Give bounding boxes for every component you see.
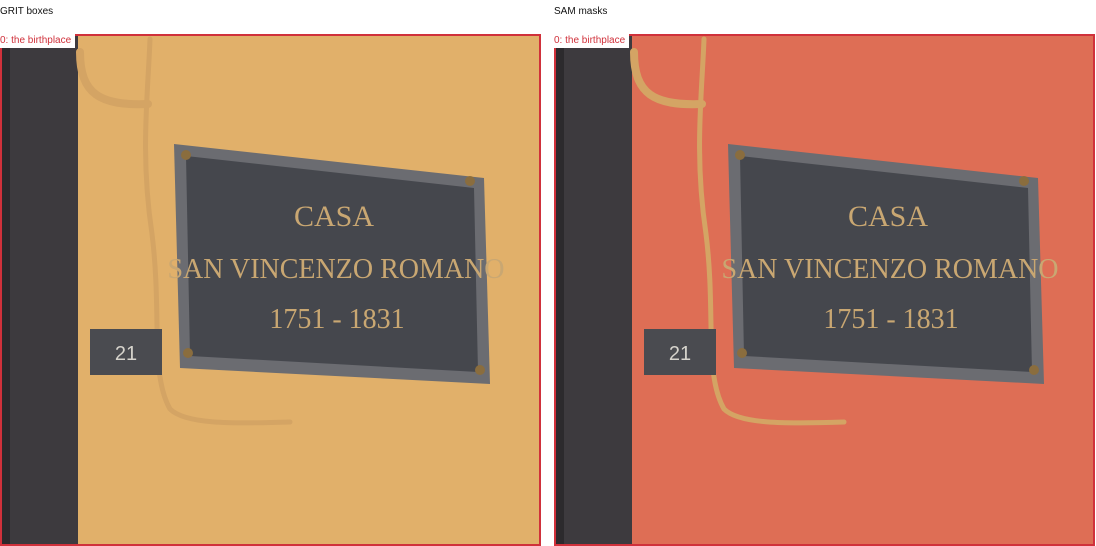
plaque-line-2: SAN VINCENZO ROMANO [167,254,504,285]
plaque-line-2: SAN VINCENZO ROMANO [721,254,1058,285]
panel-title-sam: SAM masks [554,6,608,17]
plaque-line-1: CASA [848,200,928,233]
plaque-line-1: CASA [294,200,374,233]
sam-panel: 21 CASA SAN VINCENZO ROMANO 1751 - 1831 … [554,34,1095,546]
house-number: 21 [669,343,691,365]
dark-wall [554,34,632,546]
plaque-line-3: 1751 - 1831 [269,304,404,335]
house-number: 21 [115,343,137,365]
dark-wall [0,34,78,546]
plaque-line-3: 1751 - 1831 [823,304,958,335]
photo-sam: 21 CASA SAN VINCENZO ROMANO 1751 - 1831 [554,34,1095,546]
photo-grit: 21 CASA SAN VINCENZO ROMANO 1751 - 1831 [0,34,541,546]
panel-title-grit: GRIT boxes [0,6,54,17]
box-label: 0: the birthplace [0,34,76,48]
box-label: 0: the birthplace [554,34,630,48]
grit-panel: 21 CASA SAN VINCENZO ROMANO 1751 - 1831 … [0,34,541,546]
